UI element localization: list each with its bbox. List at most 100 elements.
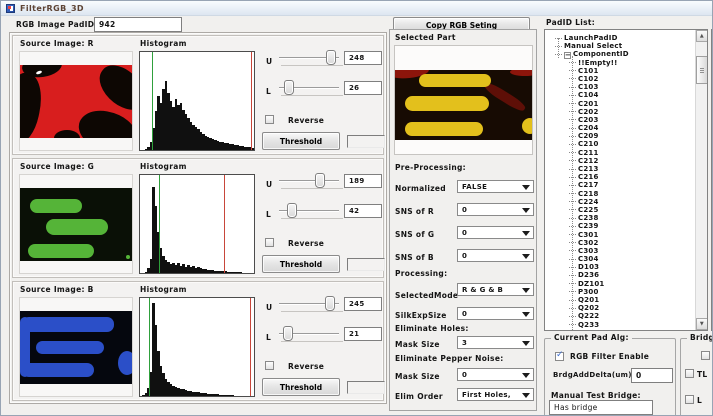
tree-item[interactable]: Manual Select [545,42,694,50]
tree-scrollbar[interactable]: ▲ ▼ [695,30,707,330]
tree-item[interactable]: C303 [545,247,694,255]
tree-item[interactable]: Q202 [545,304,694,312]
u-slider-b[interactable] [279,296,339,312]
reverse-checkbox-r[interactable] [265,115,274,124]
channel-panel-b: Source Image: B Histogram U 245 L 21 Rev… [12,281,384,401]
tree-item[interactable]: C101 [545,67,694,75]
l-slider-g[interactable] [279,203,339,219]
tree-item[interactable]: C213 [545,165,694,173]
u-value-b[interactable]: 245 [344,297,382,311]
u-slider-g[interactable] [279,173,339,189]
elim-order-select[interactable]: First Holes, [457,388,534,401]
mask-size-1-label: Mask Size [395,340,440,349]
mask-size-2-select[interactable]: 0 [457,368,534,381]
scroll-down-button[interactable]: ▼ [696,318,708,330]
selected-part-panel: Selected Part Pre-Processing: Normalized… [389,29,537,411]
tree-item[interactable]: P300 [545,288,694,296]
l-slider-r[interactable] [279,80,339,96]
tree-item[interactable]: C202 [545,108,694,116]
u-value-r[interactable]: 248 [344,51,382,65]
tree-item[interactable]: Q222 [545,312,694,320]
title-bar[interactable]: FilterRGB_3D [1,1,712,16]
channel-panel-r: Source Image: R Histogram U 248 L 26 Rev… [12,35,384,155]
l-checkbox[interactable] [685,395,694,404]
reverse-checkbox-g[interactable] [265,238,274,247]
rgb-filter-enable-checkbox[interactable] [555,352,564,361]
sns-of-r-select[interactable]: 0 [457,203,534,216]
chevron-down-icon [522,341,530,346]
tree-item[interactable]: C304 [545,255,694,263]
l-value-r[interactable]: 26 [344,81,382,95]
tree-item[interactable]: C225 [545,206,694,214]
u-value-g[interactable]: 189 [344,174,382,188]
tree-item[interactable]: C203 [545,116,694,124]
tree-item[interactable]: C239 [545,222,694,230]
tree-item[interactable]: C238 [545,214,694,222]
source-image-b [19,297,133,397]
scroll-thumb[interactable] [696,56,708,84]
l-slider-b[interactable] [279,326,339,342]
threshold-button-g[interactable]: Threshold [262,255,340,273]
threshold-button-b[interactable]: Threshold [262,378,340,396]
tl-label: TL [697,370,708,379]
tree-item[interactable]: C302 [545,239,694,247]
sns-of-b-label: SNS of B [395,253,434,262]
tree-item[interactable]: C209 [545,132,694,140]
tree-item[interactable]: C210 [545,140,694,148]
tree-item[interactable]: DZ101 [545,280,694,288]
tree-item[interactable]: C301 [545,231,694,239]
tree-item[interactable]: C211 [545,149,694,157]
l-value-g[interactable]: 42 [344,204,382,218]
tree-item[interactable]: C104 [545,91,694,99]
histogram-r-title: Histogram [140,39,187,48]
tree-item[interactable]: LaunchPadID [545,34,694,42]
rgb-pad-id-value[interactable]: 942 [94,17,182,32]
sns-of-g-select[interactable]: 0 [457,226,534,239]
rgb-pad-id-label: RGB Image PadID: [16,20,98,29]
tree-item[interactable]: C201 [545,100,694,108]
tree-item[interactable]: D236 [545,271,694,279]
tree-item[interactable]: C217 [545,181,694,189]
filter-rgb-window: FilterRGB_3D RGB Image PadID: 942 Copy R… [0,0,713,416]
processing-title: Processing: [395,269,447,278]
mask-size-1-select[interactable]: 3 [457,336,534,349]
rgb-filter-enable-label: RGB Filter Enable [570,352,649,361]
silk-exp-size-select[interactable]: 0 [457,307,534,320]
tree-item[interactable]: C216 [545,173,694,181]
reverse-checkbox-b[interactable] [265,361,274,370]
sns-of-b-select[interactable]: 0 [457,249,534,262]
lower-threshold-line-b [149,298,150,396]
u-slider-r[interactable] [279,50,339,66]
l-value-b[interactable]: 21 [344,327,382,341]
tree-item[interactable]: C212 [545,157,694,165]
source-image-g [19,174,133,274]
brdg-add-delta-value[interactable]: 0 [631,368,673,383]
tree-item[interactable]: C204 [545,124,694,132]
manual-test-bridge-value[interactable]: Has bridge [549,400,653,415]
tree-item[interactable]: C224 [545,198,694,206]
channel-g-title: Source Image: G [20,162,94,171]
histogram-r [139,51,255,151]
tree-item[interactable]: −ComponentID [545,50,694,58]
normalized-select[interactable]: FALSE [457,180,534,193]
tree-item[interactable]: Q233 [545,321,694,329]
histogram-g-title: Histogram [140,162,187,171]
source-bitmap-g [20,188,132,261]
reverse-label-r: Reverse [288,116,324,125]
tree-item[interactable]: C218 [545,190,694,198]
tree-item[interactable]: Q201 [545,296,694,304]
bridge-top-checkbox[interactable] [701,351,710,360]
scroll-up-button[interactable]: ▲ [696,30,708,42]
histogram-b-title: Histogram [140,285,187,294]
tree-item[interactable]: C103 [545,83,694,91]
tl-checkbox[interactable] [685,369,694,378]
histogram-b [139,297,255,397]
tree-item[interactable]: D103 [545,263,694,271]
selected-mode-select[interactable]: R & G & B [457,283,534,296]
tree-item[interactable]: C102 [545,75,694,83]
tree-item[interactable]: !!Empty!! [545,59,694,67]
threshold-button-r[interactable]: Threshold [262,132,340,150]
current-pad-alg-title: Current Pad Alg: [551,333,632,342]
normalized-label: Normalized [395,184,446,193]
upper-threshold-line-r [251,52,252,150]
